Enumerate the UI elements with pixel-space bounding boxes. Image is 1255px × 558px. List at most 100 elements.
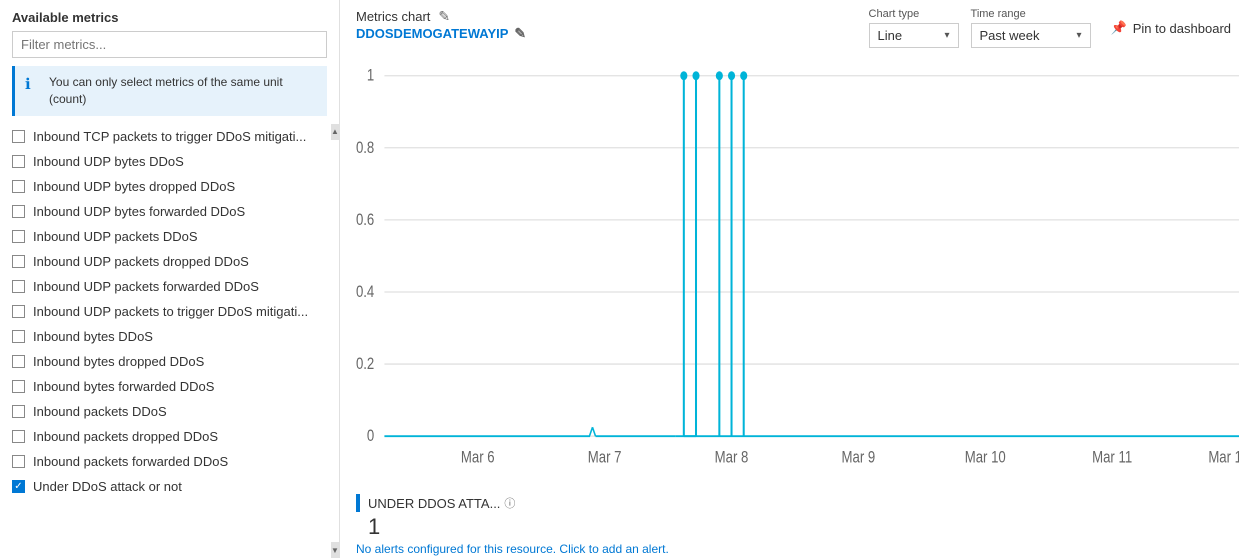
metric-checkbox[interactable] [12,330,25,343]
chart-type-value: Line [878,28,937,43]
metric-checkbox[interactable] [12,405,25,418]
metric-checkbox[interactable] [12,205,25,218]
svg-text:0.2: 0.2 [356,356,374,374]
chart-title: Metrics chart ✎ [356,8,526,25]
chart-title-text: Metrics chart [356,9,430,24]
scroll-down-arrow[interactable]: ▼ [331,542,339,558]
pin-label: Pin to dashboard [1133,21,1231,36]
svg-text:Mar 12: Mar 12 [1208,449,1239,467]
metric-checkbox[interactable] [12,380,25,393]
left-panel: Available metrics ℹ You can only select … [0,0,340,558]
metric-checkbox[interactable] [12,255,25,268]
metric-label: Under DDoS attack or not [33,479,182,494]
legend-color-bar [356,494,360,512]
metrics-chart-svg: 1 0.8 0.6 0.4 0.2 0 Mar 6 Mar 7 Mar 8 Ma… [356,58,1239,488]
svg-text:Mar 7: Mar 7 [588,449,622,467]
available-metrics-title: Available metrics [0,0,339,31]
legend-label-text: UNDER DDOS ATTA... [368,496,500,511]
metric-label: Inbound bytes DDoS [33,329,153,344]
metric-label: Inbound UDP bytes DDoS [33,154,184,169]
chart-subtitle-text: DDOSDEMOGATEWAYIP [356,26,508,41]
legend-label: UNDER DDOS ATTA... ⓘ [368,495,515,511]
chart-type-select[interactable]: Line ▾ [869,23,959,48]
metric-item[interactable]: Inbound bytes forwarded DDoS [0,374,339,399]
metric-label: Inbound packets dropped DDoS [33,429,218,444]
chart-subtitle-edit-icon[interactable]: ✎ [514,25,526,42]
metric-item[interactable]: Inbound packets dropped DDoS [0,424,339,449]
svg-text:Mar 11: Mar 11 [1092,449,1132,467]
chart-type-label: Chart type [869,8,959,20]
metric-item[interactable]: Inbound bytes DDoS [0,324,339,349]
metric-checkbox[interactable] [12,230,25,243]
svg-text:Mar 9: Mar 9 [842,449,876,467]
metric-item[interactable]: Inbound UDP packets dropped DDoS [0,249,339,274]
svg-text:Mar 6: Mar 6 [461,449,495,467]
chart-header: Metrics chart ✎ DDOSDEMOGATEWAYIP ✎ Char… [356,8,1239,50]
filter-metrics-input[interactable] [12,31,327,58]
metric-label: Inbound packets DDoS [33,404,167,419]
metric-label: Inbound UDP packets dropped DDoS [33,254,249,269]
legend-row: UNDER DDOS ATTA... ⓘ [356,494,1239,512]
metrics-list: Inbound TCP packets to trigger DDoS miti… [0,124,339,558]
time-range-label: Time range [971,8,1091,20]
metric-item[interactable]: Inbound TCP packets to trigger DDoS miti… [0,124,339,149]
legend-info-icon[interactable]: ⓘ [504,495,515,511]
svg-text:0: 0 [367,428,374,446]
metric-label: Inbound UDP packets DDoS [33,229,198,244]
metric-item[interactable]: Inbound UDP bytes dropped DDoS [0,174,339,199]
info-message: You can only select metrics of the same … [49,74,317,108]
metric-label: Inbound UDP packets to trigger DDoS miti… [33,304,308,319]
info-box: ℹ You can only select metrics of the sam… [12,66,327,116]
chart-title-group: Metrics chart ✎ DDOSDEMOGATEWAYIP ✎ [356,8,526,50]
pin-icon: 📌 [1111,20,1127,36]
metric-checkbox[interactable] [12,155,25,168]
metric-label: Inbound UDP bytes forwarded DDoS [33,204,245,219]
svg-text:1: 1 [367,68,374,86]
legend-value: 1 [356,514,1239,540]
metric-checkbox[interactable] [12,480,25,493]
time-range-control: Time range Past week ▾ [971,8,1091,48]
svg-text:0.4: 0.4 [356,284,374,302]
svg-text:0.6: 0.6 [356,212,374,230]
info-icon: ℹ [25,75,41,93]
chart-type-chevron: ▾ [944,30,949,41]
time-range-chevron: ▾ [1076,30,1081,41]
metric-item[interactable]: Inbound UDP bytes DDoS [0,149,339,174]
chart-legend: UNDER DDOS ATTA... ⓘ 1 No alerts configu… [356,488,1239,558]
metric-item[interactable]: Inbound UDP packets forwarded DDoS [0,274,339,299]
time-range-select[interactable]: Past week ▾ [971,23,1091,48]
svg-text:Mar 10: Mar 10 [965,449,1006,467]
metric-checkbox[interactable] [12,280,25,293]
metric-checkbox[interactable] [12,355,25,368]
chart-area: 1 0.8 0.6 0.4 0.2 0 Mar 6 Mar 7 Mar 8 Ma… [356,58,1239,488]
metric-label: Inbound UDP packets forwarded DDoS [33,279,259,294]
metric-label: Inbound bytes forwarded DDoS [33,379,214,394]
time-range-value: Past week [980,28,1069,43]
metric-item[interactable]: Inbound UDP bytes forwarded DDoS [0,199,339,224]
metric-item[interactable]: Inbound packets DDoS [0,399,339,424]
chart-type-control: Chart type Line ▾ [869,8,959,48]
pin-to-dashboard-button[interactable]: 📌 Pin to dashboard [1103,16,1239,40]
metric-label: Inbound bytes dropped DDoS [33,354,204,369]
metric-item[interactable]: Inbound UDP packets to trigger DDoS miti… [0,299,339,324]
chart-controls: Chart type Line ▾ Time range Past week ▾… [869,8,1239,48]
metric-checkbox[interactable] [12,130,25,143]
metric-checkbox[interactable] [12,455,25,468]
metric-label: Inbound UDP bytes dropped DDoS [33,179,235,194]
svg-text:0.8: 0.8 [356,140,374,158]
metric-checkbox[interactable] [12,430,25,443]
metric-label: Inbound TCP packets to trigger DDoS miti… [33,129,306,144]
metric-item[interactable]: Inbound packets forwarded DDoS [0,449,339,474]
metric-checkbox[interactable] [12,305,25,318]
metric-checkbox[interactable] [12,180,25,193]
filter-input-wrap [0,31,339,66]
metric-item[interactable]: Under DDoS attack or not [0,474,339,499]
svg-text:Mar 8: Mar 8 [715,449,749,467]
metric-label: Inbound packets forwarded DDoS [33,454,228,469]
scroll-up-arrow[interactable]: ▲ [331,124,339,140]
add-alert-link[interactable]: No alerts configured for this resource. … [356,542,1239,556]
metric-item[interactable]: Inbound bytes dropped DDoS [0,349,339,374]
right-panel: Metrics chart ✎ DDOSDEMOGATEWAYIP ✎ Char… [340,0,1255,558]
metric-item[interactable]: Inbound UDP packets DDoS [0,224,339,249]
chart-title-edit-icon[interactable]: ✎ [438,8,450,25]
